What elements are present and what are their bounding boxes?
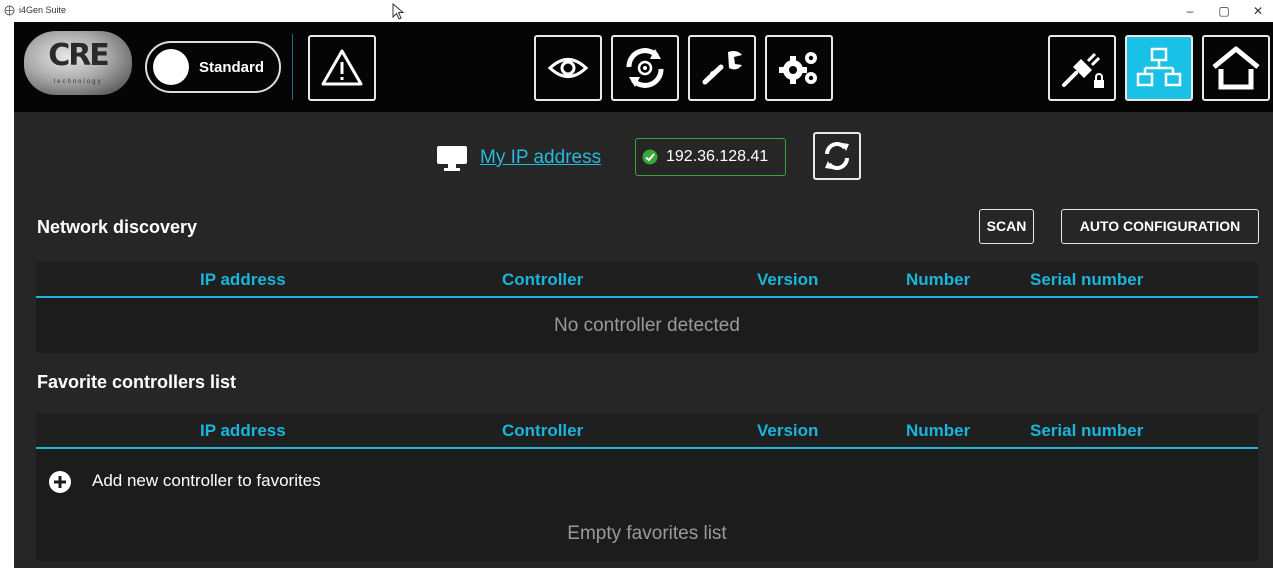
gears-icon: [779, 52, 817, 84]
monitor-button[interactable]: [534, 35, 602, 101]
sync-button[interactable]: [611, 35, 679, 101]
network-button[interactable]: [1125, 35, 1193, 101]
column-ip-address[interactable]: IP address: [200, 270, 286, 290]
window-titlebar: i4Gen Suite – ▢ ✕: [0, 0, 1273, 22]
mode-toggle[interactable]: Standard: [145, 41, 281, 93]
scan-button[interactable]: SCAN: [979, 209, 1034, 244]
favorites-table-header: IP address Controller Version Number Ser…: [36, 413, 1258, 449]
mouse-cursor-icon: [392, 3, 405, 20]
check-circle-icon: [642, 149, 658, 165]
network-icon: [1136, 47, 1182, 87]
settings-button[interactable]: [765, 35, 833, 101]
eye-icon: [547, 58, 589, 78]
toggle-knob: [153, 49, 189, 85]
maximize-button[interactable]: ▢: [1214, 3, 1234, 19]
refresh-ip-button[interactable]: [813, 132, 861, 180]
mode-label: Standard: [199, 59, 265, 76]
plus-circle-icon: [49, 471, 71, 493]
warning-triangle-icon: [321, 49, 363, 86]
column-serial-number[interactable]: Serial number: [1030, 421, 1143, 441]
logo-text: CRE: [48, 38, 110, 73]
home-icon: [1212, 46, 1260, 90]
wrench-icon: [702, 51, 742, 85]
plug-lock-icon: [1062, 52, 1104, 88]
favorites-empty-message: Empty favorites list: [567, 523, 727, 544]
app-main: CRE technology Standard My IP address 19…: [14, 22, 1273, 568]
top-toolbar: CRE technology Standard: [14, 22, 1273, 112]
discovery-table-header: IP address Controller Version Number Ser…: [36, 262, 1258, 298]
ip-address-value: 192.36.128.41: [666, 148, 769, 165]
auto-configuration-button[interactable]: AUTO CONFIGURATION: [1061, 209, 1259, 244]
monitor-icon: [437, 146, 467, 171]
column-number[interactable]: Number: [906, 270, 970, 290]
column-controller[interactable]: Controller: [502, 270, 583, 290]
logo-subtext: technology: [53, 79, 103, 85]
tools-button[interactable]: [688, 35, 756, 101]
column-serial-number[interactable]: Serial number: [1030, 270, 1143, 290]
discovery-empty-message: No controller detected: [554, 315, 740, 336]
my-ip-address-link[interactable]: My IP address: [480, 147, 601, 169]
discovery-table: IP address Controller Version Number Ser…: [36, 262, 1258, 353]
add-favorite-label: Add new controller to favorites: [92, 471, 321, 490]
favorites-title: Favorite controllers list: [37, 372, 237, 392]
app-icon: [4, 5, 15, 16]
connection-button[interactable]: [1048, 35, 1116, 101]
minimize-button[interactable]: –: [1180, 3, 1200, 19]
sync-icon: [626, 48, 664, 88]
column-number[interactable]: Number: [906, 421, 970, 441]
network-discovery-title: Network discovery: [37, 217, 198, 237]
toolbar-divider: [292, 34, 293, 100]
column-controller[interactable]: Controller: [502, 421, 583, 441]
column-ip-address[interactable]: IP address: [200, 421, 286, 441]
column-version[interactable]: Version: [757, 270, 818, 290]
close-button[interactable]: ✕: [1248, 3, 1268, 19]
column-version[interactable]: Version: [757, 421, 818, 441]
warning-button[interactable]: [308, 35, 376, 101]
favorites-table: IP address Controller Version Number Ser…: [36, 413, 1258, 561]
home-button[interactable]: [1202, 35, 1270, 101]
window-title: i4Gen Suite: [19, 5, 67, 15]
ip-address-badge: 192.36.128.41: [635, 138, 786, 176]
refresh-icon: [825, 142, 849, 170]
